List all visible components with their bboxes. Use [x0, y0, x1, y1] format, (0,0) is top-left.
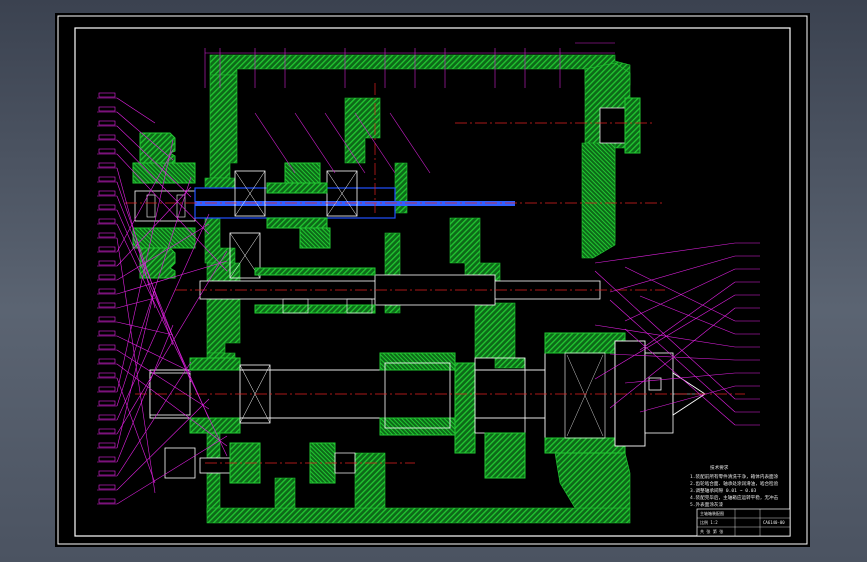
tech-req-line-2: 2.齿轮啮合面、轴承处涂润滑油，啮合检验 [690, 480, 779, 487]
leader-line [639, 295, 736, 335]
leader-tag [98, 246, 116, 252]
tech-req-line-4: 4.装配完毕后，主轴箱应运转平稳，无冲击 [690, 494, 779, 501]
leader-tag [98, 372, 116, 378]
title-block: 主轴箱装配图 比例 1:2 共 张 第 张 CA6140-00 [696, 508, 791, 537]
tech-req-line-1: 1.装配前所有零件清洗干净，箱体内表面涂 [690, 473, 779, 480]
leader-tag [98, 470, 116, 476]
leader-tag [98, 134, 116, 140]
leader-tag [98, 190, 116, 196]
tech-req-line-3: 3.调整轴承间隙 0.01 ~ 0.03 [690, 487, 757, 494]
leader-tag [98, 204, 116, 210]
leader-tag [98, 428, 116, 434]
leader-tag [98, 316, 116, 322]
leader-tag [98, 176, 116, 182]
assembly-drawing: 技术要求 1.装配前所有零件清洗干净，箱体内表面涂 2.齿轮啮合面、轴承处涂润滑… [57, 15, 808, 545]
leader-tag [98, 330, 116, 336]
tech-req-title: 技术要求 [710, 464, 729, 471]
leader-tag [98, 162, 116, 168]
leader-tag [98, 442, 116, 448]
title-block-row-3: 共 张 第 张 [700, 528, 723, 534]
tech-req-line-5: 5.外表面涂灰漆 [690, 501, 724, 508]
cad-viewport[interactable]: 技术要求 1.装配前所有零件清洗干净，箱体内表面涂 2.齿轮啮合面、轴承处涂润滑… [55, 13, 810, 547]
leader-tag [98, 456, 116, 462]
drawing-number: CA6140-00 [763, 520, 785, 525]
leader-tag [98, 302, 116, 308]
leader-tag [98, 386, 116, 392]
leader-tag [98, 148, 116, 154]
title-block-row-1: 主轴箱装配图 [700, 510, 724, 516]
leader-tag [98, 274, 116, 280]
technical-requirements: 技术要求 1.装配前所有零件清洗干净，箱体内表面涂 2.齿轮啮合面、轴承处涂润滑… [690, 464, 779, 508]
leader-tag [98, 344, 116, 350]
leader-tag [98, 92, 116, 98]
leader-line [594, 242, 736, 264]
leader-tag [98, 358, 116, 364]
leader-tag [98, 498, 116, 504]
leader-line [609, 255, 736, 293]
leader-tag [98, 218, 116, 224]
leader-tag [98, 260, 116, 266]
leader-tag [98, 484, 116, 490]
leader-tag [98, 400, 116, 406]
leader-tag [98, 106, 116, 112]
leader-tag [98, 288, 116, 294]
dimension-leader [254, 112, 296, 174]
leader-tag [98, 414, 116, 420]
leader-tag [98, 232, 116, 238]
title-block-row-2: 比例 1:2 [700, 519, 718, 525]
leader-line [116, 97, 156, 124]
leader-tag [98, 120, 116, 126]
